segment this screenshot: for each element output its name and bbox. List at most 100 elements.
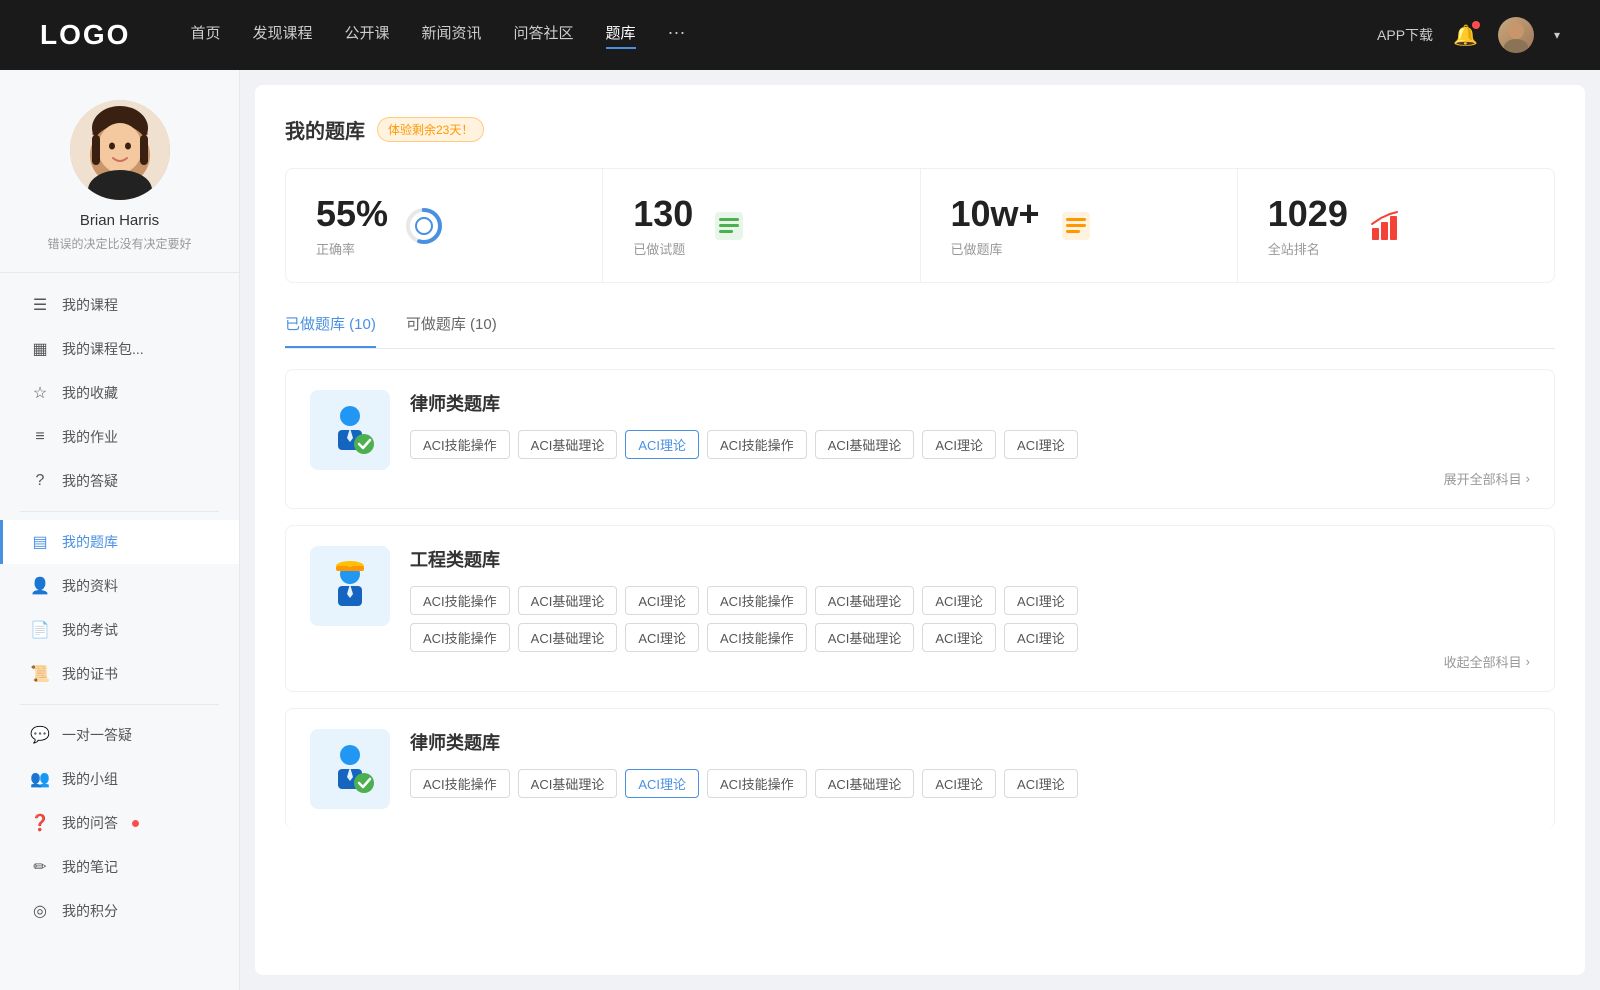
- sidebar-item-my-qa[interactable]: ? 我的答疑: [0, 459, 239, 503]
- tag-2-12[interactable]: ACI基础理论: [815, 623, 915, 652]
- sidebar-item-my-notes[interactable]: ✏ 我的笔记: [0, 845, 239, 889]
- tag-2-10[interactable]: ACI理论: [625, 623, 699, 652]
- nav-discover[interactable]: 发现课程: [252, 22, 312, 49]
- tag-2-4[interactable]: ACI技能操作: [707, 586, 807, 615]
- sidebar-item-my-course-pack[interactable]: ▦ 我的课程包...: [0, 327, 239, 371]
- tag-2-13[interactable]: ACI理论: [922, 623, 996, 652]
- sidebar-item-my-homework[interactable]: ≡ 我的作业: [0, 415, 239, 459]
- tag-1-3[interactable]: ACI理论: [625, 430, 699, 459]
- tag-3-1[interactable]: ACI技能操作: [410, 769, 510, 798]
- nav-more[interactable]: ···: [668, 22, 686, 49]
- notification-bell[interactable]: 🔔: [1453, 23, 1478, 48]
- sidebar-divider-2: [20, 704, 219, 705]
- sidebar-item-my-profile[interactable]: 👤 我的资料: [0, 564, 239, 608]
- stat-banks-number: 10w+: [951, 193, 1040, 235]
- user-menu-chevron[interactable]: ▾: [1554, 28, 1560, 42]
- qbank-tags-2-row1: ACI技能操作 ACI基础理论 ACI理论 ACI技能操作 ACI基础理论 AC…: [410, 586, 1530, 615]
- tag-1-4[interactable]: ACI技能操作: [707, 430, 807, 459]
- nav-news[interactable]: 新闻资讯: [422, 22, 482, 49]
- tag-2-7[interactable]: ACI理论: [1004, 586, 1078, 615]
- qbank-title-1: 律师类题库: [410, 390, 1530, 416]
- page-title: 我的题库: [285, 115, 365, 144]
- app-download-button[interactable]: APP下载: [1377, 25, 1433, 45]
- qbank-title-3: 律师类题库: [410, 729, 1530, 755]
- tag-1-6[interactable]: ACI理论: [922, 430, 996, 459]
- logo[interactable]: LOGO: [40, 19, 130, 51]
- sidebar-item-one-on-one[interactable]: 💬 一对一答疑: [0, 713, 239, 757]
- stat-questions-info: 130 已做试题: [633, 193, 693, 258]
- tag-3-3[interactable]: ACI理论: [625, 769, 699, 798]
- collapse-link-2[interactable]: 收起全部科目 ›: [410, 652, 1530, 671]
- qbank-tags-2-row2: ACI技能操作 ACI基础理论 ACI理论 ACI技能操作 ACI基础理论 AC…: [410, 623, 1530, 652]
- tag-3-5[interactable]: ACI基础理论: [815, 769, 915, 798]
- stat-ranking-label: 全站排名: [1268, 239, 1348, 258]
- tag-2-9[interactable]: ACI基础理论: [518, 623, 618, 652]
- stat-questions-label: 已做试题: [633, 239, 693, 258]
- page-layout: Brian Harris 错误的决定比没有决定要好 ☰ 我的课程 ▦ 我的课程包…: [0, 70, 1600, 990]
- tag-1-7[interactable]: ACI理论: [1004, 430, 1078, 459]
- qbank-item-engineer: 工程类题库 ACI技能操作 ACI基础理论 ACI理论 ACI技能操作 ACI基…: [285, 525, 1555, 692]
- tab-done[interactable]: 已做题库 (10): [285, 313, 376, 348]
- sidebar-item-my-points[interactable]: ◎ 我的积分: [0, 889, 239, 933]
- qbank-lawyer-icon-1: [310, 390, 390, 470]
- nav-qa[interactable]: 问答社区: [514, 22, 574, 49]
- tag-3-7[interactable]: ACI理论: [1004, 769, 1078, 798]
- tag-2-1[interactable]: ACI技能操作: [410, 586, 510, 615]
- tag-2-5[interactable]: ACI基础理论: [815, 586, 915, 615]
- qbank-icon: ▤: [30, 532, 50, 552]
- stat-ranking: 1029 全站排名: [1238, 169, 1554, 282]
- sidebar-item-my-course[interactable]: ☰ 我的课程: [0, 283, 239, 327]
- exam-icon: 📄: [30, 620, 50, 640]
- sidebar-item-my-cert[interactable]: 📜 我的证书: [0, 652, 239, 696]
- tag-1-1[interactable]: ACI技能操作: [410, 430, 510, 459]
- trial-badge: 体验剩余23天！: [377, 117, 484, 142]
- answers-icon: ❓: [30, 813, 50, 833]
- navbar-right: APP下载 🔔 ▾: [1377, 17, 1560, 53]
- qbank-content-1: 律师类题库 ACI技能操作 ACI基础理论 ACI理论 ACI技能操作 ACI基…: [410, 390, 1530, 488]
- sidebar-item-my-group[interactable]: 👥 我的小组: [0, 757, 239, 801]
- tag-3-4[interactable]: ACI技能操作: [707, 769, 807, 798]
- avatar[interactable]: [1498, 17, 1534, 53]
- tag-1-2[interactable]: ACI基础理论: [518, 430, 618, 459]
- nav-opencourse[interactable]: 公开课: [344, 22, 389, 49]
- tabs: 已做题库 (10) 可做题库 (10): [285, 313, 1555, 349]
- tab-available[interactable]: 可做题库 (10): [406, 313, 497, 348]
- tag-2-8[interactable]: ACI技能操作: [410, 623, 510, 652]
- tag-2-14[interactable]: ACI理论: [1004, 623, 1078, 652]
- nav-links: 首页 发现课程 公开课 新闻资讯 问答社区 题库 ···: [190, 22, 1337, 49]
- sidebar-item-my-exam[interactable]: 📄 我的考试: [0, 608, 239, 652]
- sidebar-item-my-qbank[interactable]: ▤ 我的题库: [0, 520, 239, 564]
- favorites-icon: ☆: [30, 383, 50, 403]
- ranking-icon: [1364, 206, 1404, 246]
- expand-link-1[interactable]: 展开全部科目 ›: [410, 469, 1530, 488]
- sidebar-item-my-answers[interactable]: ❓ 我的问答: [0, 801, 239, 845]
- stat-banks-info: 10w+ 已做题库: [951, 193, 1040, 258]
- banks-icon: [1056, 206, 1096, 246]
- nav-qbank[interactable]: 题库: [606, 22, 636, 49]
- nav-home[interactable]: 首页: [190, 22, 220, 49]
- avatar-image: [1498, 17, 1534, 53]
- profile-name: Brian Harris: [80, 212, 159, 229]
- profile-avatar: [70, 100, 170, 200]
- tag-3-6[interactable]: ACI理论: [922, 769, 996, 798]
- qbank-tags-3: ACI技能操作 ACI基础理论 ACI理论 ACI技能操作 ACI基础理论 AC…: [410, 769, 1530, 798]
- tag-2-11[interactable]: ACI技能操作: [707, 623, 807, 652]
- qbank-item-lawyer-1: 律师类题库 ACI技能操作 ACI基础理论 ACI理论 ACI技能操作 ACI基…: [285, 369, 1555, 509]
- stat-accuracy: 55% 正确率: [286, 169, 603, 282]
- navbar: LOGO 首页 发现课程 公开课 新闻资讯 问答社区 题库 ··· APP下载 …: [0, 0, 1600, 70]
- avatar-inner: [70, 100, 170, 200]
- tag-2-3[interactable]: ACI理论: [625, 586, 699, 615]
- tag-3-2[interactable]: ACI基础理论: [518, 769, 618, 798]
- cert-icon: 📜: [30, 664, 50, 684]
- group-icon: 👥: [30, 769, 50, 789]
- qbank-title-2: 工程类题库: [410, 546, 1530, 572]
- notification-dot: [1472, 21, 1480, 29]
- tag-2-6[interactable]: ACI理论: [922, 586, 996, 615]
- qbank-tags-1: ACI技能操作 ACI基础理论 ACI理论 ACI技能操作 ACI基础理论 AC…: [410, 430, 1530, 459]
- tag-1-5[interactable]: ACI基础理论: [815, 430, 915, 459]
- stat-questions-number: 130: [633, 193, 693, 235]
- stat-ranking-info: 1029 全站排名: [1268, 193, 1348, 258]
- sidebar-menu: ☰ 我的课程 ▦ 我的课程包... ☆ 我的收藏 ≡ 我的作业 ? 我的答疑 ▤: [0, 283, 239, 933]
- sidebar-item-my-favorites[interactable]: ☆ 我的收藏: [0, 371, 239, 415]
- tag-2-2[interactable]: ACI基础理论: [518, 586, 618, 615]
